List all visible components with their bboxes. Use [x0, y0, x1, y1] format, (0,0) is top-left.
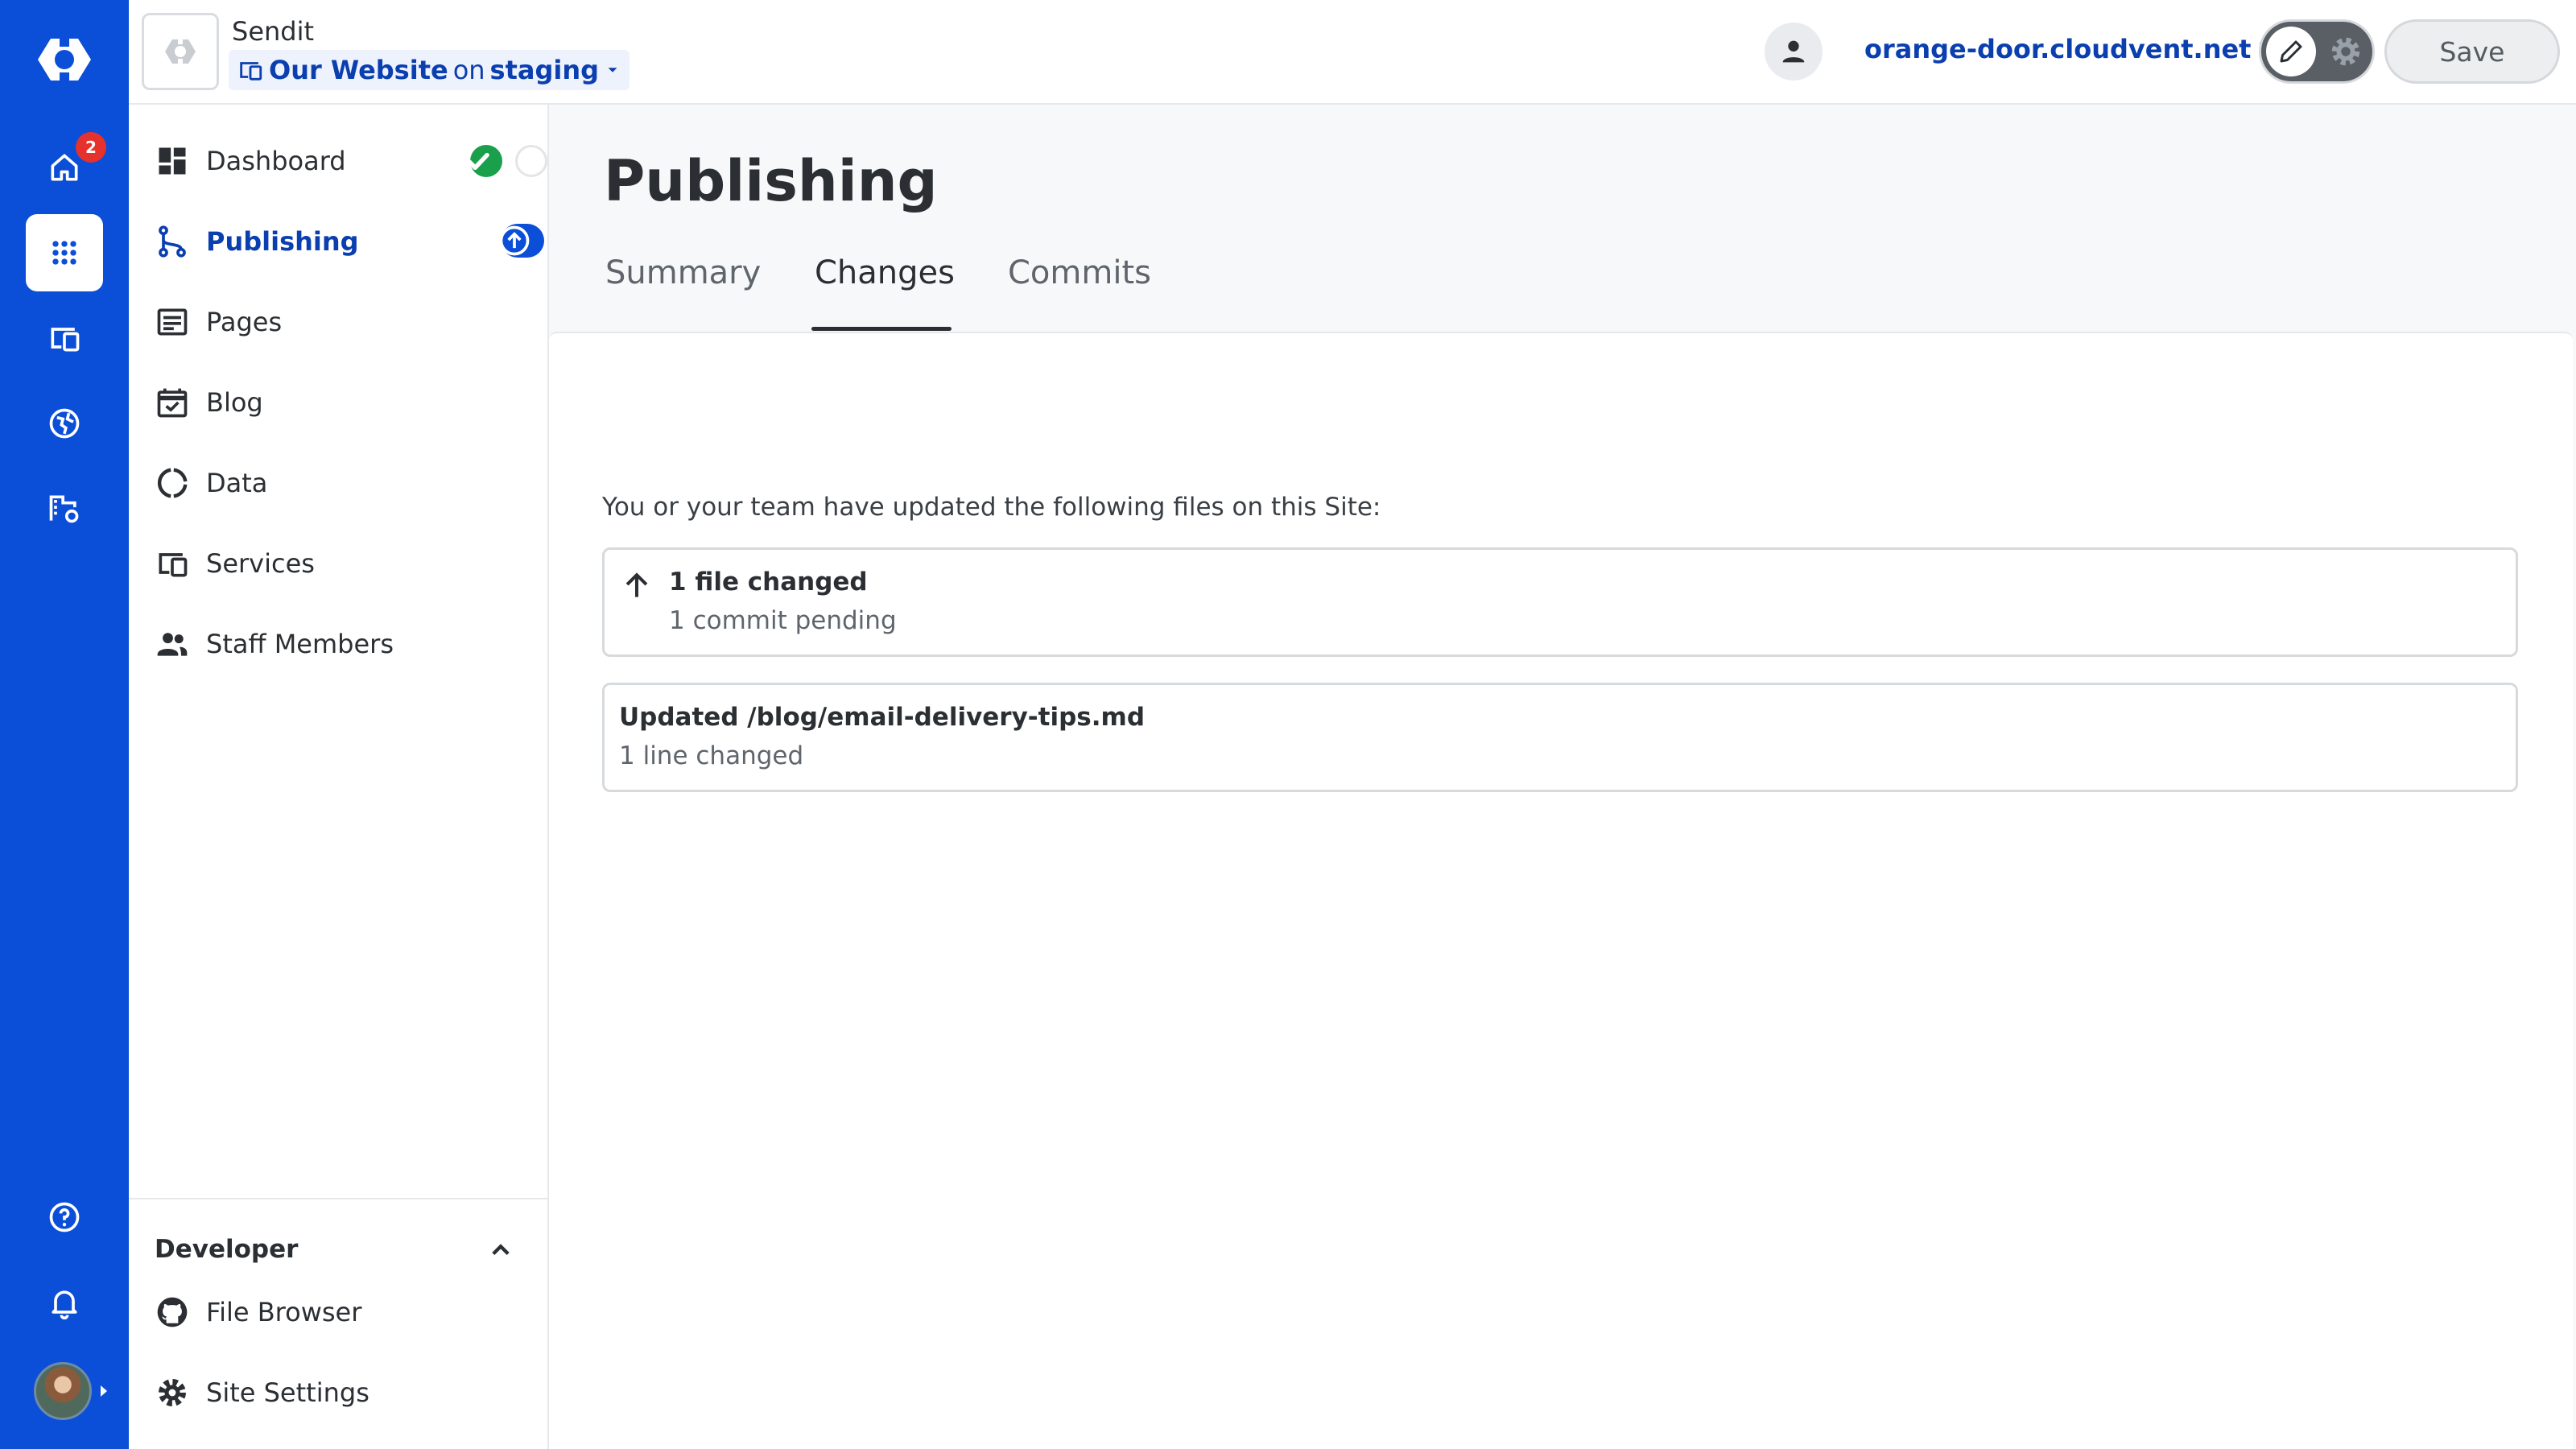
- sidebar-item-label: Pages: [206, 307, 283, 337]
- bell-icon: [52, 1290, 77, 1320]
- site-on-text: on: [452, 55, 485, 85]
- changes-summary-title: 1 file changed: [669, 568, 868, 597]
- top-header: Sendit Our Website on staging orange-doo…: [129, 0, 2576, 105]
- changed-file-card[interactable]: Updated /blog/email-delivery-tips.md 1 l…: [602, 683, 2518, 792]
- rail-notifications[interactable]: [26, 1264, 103, 1341]
- tab-changes[interactable]: Changes: [815, 254, 955, 327]
- pending-publish-badge: [499, 224, 544, 258]
- site-sidebar: Dashboard Publishing Pages Blog Data Ser…: [129, 105, 549, 1449]
- caret-down-icon: [608, 68, 617, 72]
- changed-file-title: Updated /blog/email-delivery-tips.md: [619, 703, 1146, 732]
- main-content: Publishing Summary Changes Commits You o…: [549, 105, 2576, 1449]
- calendar-check-icon: [157, 388, 188, 418]
- sidebar-item-data[interactable]: Data: [155, 459, 533, 507]
- pencil-icon: [2280, 40, 2302, 63]
- arrow-up-icon: [625, 572, 648, 597]
- page-title: Publishing: [604, 148, 938, 214]
- person-icon: [1782, 40, 1805, 63]
- tab-summary[interactable]: Summary: [605, 254, 761, 327]
- devices-icon: [51, 328, 80, 352]
- site-branch-switcher[interactable]: Our Website on staging: [229, 50, 630, 90]
- developer-section-title: Developer: [155, 1235, 299, 1264]
- sidebar-item-label: Services: [206, 548, 315, 579]
- app-root: 2 Sendit Our Website on staging orange-d…: [0, 0, 2576, 1449]
- notification-count-badge: 2: [76, 132, 106, 163]
- brand-logo-icon: [165, 37, 196, 66]
- sidebar-item-label: File Browser: [206, 1297, 362, 1327]
- rail-building-settings[interactable]: [26, 470, 103, 547]
- home-icon: [51, 154, 78, 181]
- branch-name: staging: [489, 55, 600, 85]
- rail-devices[interactable]: [26, 299, 103, 377]
- tab-commits[interactable]: Commits: [1008, 254, 1151, 327]
- developer-section: Developer File Browser Site Settings: [129, 1198, 547, 1449]
- site-domain: orange-door.cloudvent.net: [1864, 34, 2252, 64]
- sidebar-item-services[interactable]: Services: [155, 539, 533, 588]
- account-button[interactable]: [1765, 23, 1823, 80]
- changes-summary-subtitle: 1 commit pending: [669, 606, 897, 635]
- sidebar-item-label: Data: [206, 468, 268, 498]
- apps-grid-icon: [52, 241, 76, 265]
- site-name: Our Website: [269, 55, 448, 85]
- sidebar-item-blog[interactable]: Blog: [155, 378, 533, 427]
- edit-mode-toggle[interactable]: [2259, 19, 2375, 84]
- people-icon: [157, 633, 188, 656]
- caret-right-icon: [101, 1385, 107, 1397]
- active-tab-indicator: [811, 327, 952, 331]
- sidebar-item-file-browser[interactable]: File Browser: [155, 1288, 533, 1336]
- gear-icon[interactable]: [2327, 33, 2364, 70]
- sidebar-item-label: Publishing: [206, 226, 359, 257]
- globe-icon: [49, 408, 80, 439]
- changed-file-subtitle: 1 line changed: [619, 741, 804, 770]
- sidebar-item-staff-members[interactable]: Staff Members: [155, 620, 533, 668]
- user-avatar[interactable]: [34, 1362, 92, 1420]
- rail-globe[interactable]: [26, 385, 103, 462]
- sidebar-item-dashboard[interactable]: Dashboard: [155, 137, 547, 185]
- building-settings-icon: [49, 495, 79, 523]
- pages-icon: [157, 308, 188, 336]
- changes-intro: You or your team have updated the follow…: [602, 493, 1381, 522]
- rail-apps[interactable]: [26, 214, 103, 291]
- services-icon: [159, 553, 188, 577]
- changes-panel: You or your team have updated the follow…: [549, 332, 2573, 1449]
- org-name: Sendit: [232, 16, 315, 47]
- status-success-icon: [467, 145, 502, 177]
- gear-icon: [159, 1379, 186, 1406]
- devices-icon: [240, 62, 262, 80]
- save-button[interactable]: Save: [2384, 19, 2560, 84]
- branch-icon: [159, 225, 186, 258]
- data-icon: [157, 468, 188, 498]
- chevron-up-icon[interactable]: [483, 1232, 518, 1267]
- changes-summary-card[interactable]: 1 file changed 1 commit pending: [602, 547, 2518, 657]
- brand-logo-icon[interactable]: [37, 35, 92, 84]
- site-thumbnail[interactable]: [142, 13, 219, 90]
- sidebar-item-pages[interactable]: Pages: [155, 298, 533, 346]
- help-icon: [49, 1202, 80, 1232]
- sidebar-item-label: Dashboard: [206, 146, 346, 176]
- github-icon: [157, 1297, 188, 1327]
- site-domain-link[interactable]: orange-door.cloudvent.net: [1864, 34, 2280, 64]
- sidebar-item-label: Blog: [206, 387, 263, 418]
- app-rail: 2: [0, 0, 129, 1449]
- sidebar-item-label: Site Settings: [206, 1377, 369, 1408]
- edit-mode-option[interactable]: [2266, 27, 2316, 76]
- dashboard-icon: [159, 147, 186, 175]
- sidebar-item-publishing[interactable]: Publishing: [155, 217, 544, 266]
- arrow-up-icon: [499, 225, 530, 256]
- rail-help[interactable]: [26, 1179, 103, 1256]
- status-empty-circle-icon: [515, 145, 547, 177]
- sidebar-item-label: Staff Members: [206, 629, 394, 659]
- sidebar-item-site-settings[interactable]: Site Settings: [155, 1368, 533, 1417]
